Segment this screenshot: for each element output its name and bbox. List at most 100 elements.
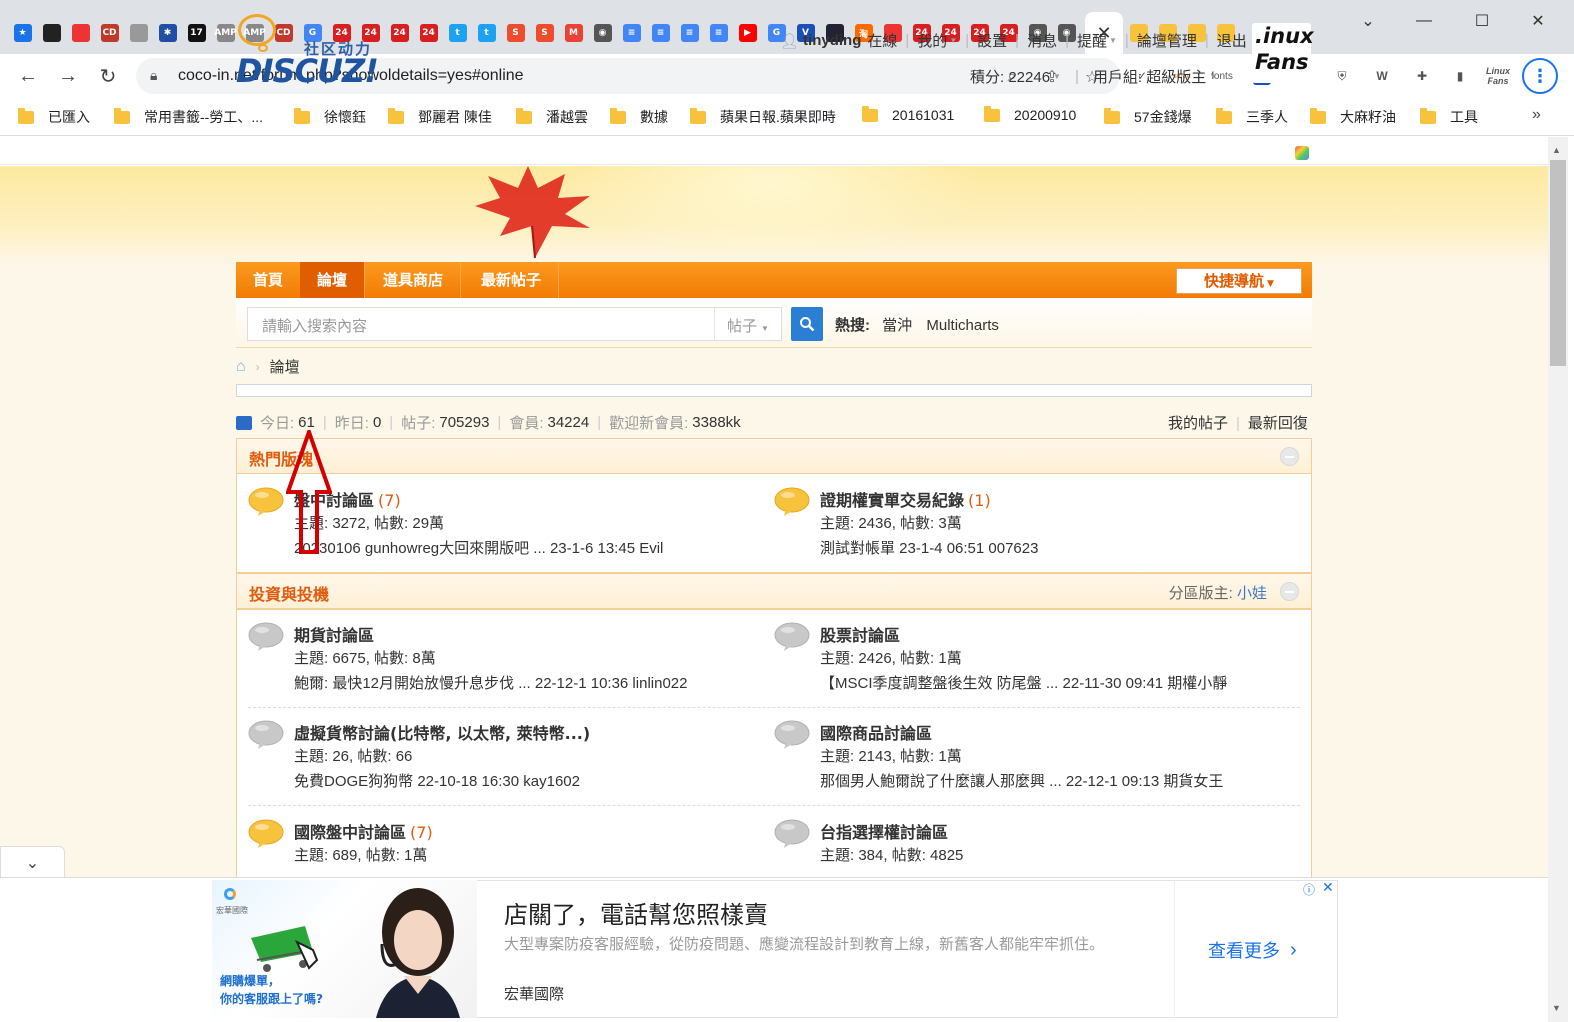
hot-term-link[interactable]: Multicharts bbox=[926, 317, 999, 334]
search-scope-select[interactable]: 帖子 ▼ bbox=[714, 307, 782, 341]
tab[interactable]: S bbox=[530, 18, 559, 48]
tab[interactable]: ≡ bbox=[675, 18, 704, 48]
forum-admin-link[interactable]: 論壇管理 bbox=[1137, 30, 1197, 51]
forum-last-post[interactable]: 20230106 gunhowreg大回來開版吧 ... 23-1-6 13:4… bbox=[294, 537, 663, 558]
tab[interactable]: S bbox=[501, 18, 530, 48]
puzzle-extension-icon[interactable]: ✚ bbox=[1408, 62, 1436, 90]
category-title[interactable]: 熱門版塊 bbox=[249, 446, 313, 470]
forum-item[interactable]: 台指選擇權討論區 主題: 384, 帖數: 4825 bbox=[774, 807, 1274, 887]
bookmark-item[interactable]: 蘋果日報.蘋果即時 bbox=[690, 107, 836, 127]
bookmark-item[interactable]: 常用書籤--勞工、... bbox=[114, 107, 263, 127]
bookmark-item[interactable]: 57金錢爆 bbox=[1104, 107, 1192, 127]
forum-item[interactable]: 期貨討論區 主題: 6675, 帖數: 8萬 鮑爾: 最快12月開始放慢升息步伐 .… bbox=[248, 610, 748, 692]
nav-home[interactable]: 首頁 bbox=[236, 262, 302, 298]
bookmark-item[interactable]: 潘越雲 bbox=[516, 107, 588, 127]
tab[interactable] bbox=[66, 18, 95, 48]
moderator-link[interactable]: 小娃 bbox=[1237, 585, 1267, 602]
tab[interactable]: ✱ bbox=[153, 18, 182, 48]
maximize-button[interactable]: ☐ bbox=[1462, 6, 1502, 36]
tab[interactable]: 24 bbox=[385, 18, 414, 48]
tab[interactable]: t bbox=[443, 18, 472, 48]
ad-headline[interactable]: 店關了，電話幫您照樣賣 bbox=[504, 895, 768, 930]
forum-item[interactable]: 虛擬貨幣討論(比特幣, 以太幣, 萊特幣...) 主題: 26, 帖數: 66 免費… bbox=[248, 708, 748, 791]
ad-info-icon[interactable]: ⓘ bbox=[1303, 881, 1315, 898]
side-panel-icon[interactable]: ▮ bbox=[1446, 62, 1474, 90]
scroll-down-icon[interactable]: ▼ bbox=[1552, 1003, 1561, 1013]
w-extension-icon[interactable]: W bbox=[1368, 62, 1396, 90]
color-picker-icon[interactable] bbox=[1295, 146, 1309, 160]
forum-name[interactable]: 台指選擇權討論區 bbox=[820, 819, 952, 843]
forum-name-text[interactable]: 股票討論區 bbox=[820, 626, 900, 645]
reminders-link[interactable]: 提醒 bbox=[1077, 30, 1107, 51]
tab[interactable] bbox=[37, 18, 66, 48]
tab-search-icon[interactable]: ⌄ bbox=[1348, 6, 1388, 36]
bookmark-item[interactable]: 工具 bbox=[1420, 107, 1478, 127]
forum-name-text[interactable]: 國際盤中討論區 bbox=[294, 823, 406, 842]
reload-icon[interactable]: ↻ bbox=[92, 60, 124, 92]
logo-wordmark[interactable]: DISCUZ! bbox=[236, 52, 379, 90]
nav-latest[interactable]: 最新帖子 bbox=[464, 262, 560, 298]
ad-body-text[interactable]: 大型專案防疫客服經驗，從防疫問題、應變流程設計到教育上線，新舊客人都能牢牢抓住。 bbox=[504, 934, 1144, 956]
forum-item[interactable]: 證期權實單交易紀錄 (1) 主題: 2436, 帖數: 3萬 測試對帳單 23-1-4… bbox=[774, 475, 1274, 557]
forum-name-text[interactable]: 國際商品討論區 bbox=[820, 724, 932, 743]
forum-name[interactable]: 期貨討論區 bbox=[294, 622, 378, 646]
forum-name-text[interactable]: 台指選擇權討論區 bbox=[820, 823, 948, 842]
back-icon[interactable]: ← bbox=[12, 60, 44, 92]
bookmark-item[interactable]: 鄧麗君 陳佳 bbox=[388, 107, 492, 127]
home-icon[interactable]: ⌂ bbox=[236, 358, 246, 376]
forum-name[interactable]: 證期權實單交易紀錄 (1) bbox=[820, 487, 991, 511]
my-posts-link[interactable]: 我的帖子 bbox=[1168, 415, 1228, 432]
tab[interactable]: M bbox=[559, 18, 588, 48]
breadcrumb-current[interactable]: 論壇 bbox=[270, 356, 300, 377]
tab[interactable]: 24 bbox=[414, 18, 443, 48]
bookmark-item[interactable]: 三季人 bbox=[1216, 107, 1288, 127]
forum-name[interactable]: 盤中討論區 (7) bbox=[294, 487, 401, 511]
bookmark-item[interactable]: 已匯入 bbox=[18, 107, 90, 127]
logout-link[interactable]: 退出 bbox=[1217, 30, 1247, 51]
scrollbar-thumb[interactable] bbox=[1550, 160, 1566, 366]
forum-last-post[interactable]: 【MSCI季度調整盤後生效 防尾盤 ... 22-11-30 09:41 期權小… bbox=[820, 672, 1227, 693]
quick-nav-button[interactable]: 快捷導航 ▼ bbox=[1176, 268, 1302, 294]
nav-forum[interactable]: 論壇 bbox=[300, 262, 366, 298]
tab[interactable] bbox=[124, 18, 153, 48]
hot-term-link[interactable]: 當沖 bbox=[882, 317, 912, 334]
bookmark-item[interactable]: 大麻籽油 bbox=[1310, 107, 1396, 127]
forum-item[interactable]: 盤中討論區 (7) 主題: 3272, 帖數: 29萬 20230106 gunhow… bbox=[248, 475, 748, 558]
username-link[interactable]: tinyding bbox=[803, 32, 861, 49]
my-menu-link[interactable]: 我的 bbox=[917, 30, 947, 51]
tab[interactable]: ▶ bbox=[733, 18, 762, 48]
close-window-button[interactable]: ✕ bbox=[1518, 6, 1558, 36]
bookmark-item[interactable]: 數據 bbox=[610, 107, 668, 127]
tab[interactable]: t bbox=[472, 18, 501, 48]
forum-name[interactable]: 國際商品討論區 bbox=[820, 720, 936, 744]
ad-collapse-button[interactable]: ⌄ bbox=[0, 846, 65, 878]
tab[interactable]: 17 bbox=[182, 18, 211, 48]
forum-item[interactable]: 國際盤中討論區 (7) 主題: 689, 帖數: 1萬 bbox=[248, 807, 748, 887]
nav-shop[interactable]: 道具商店 bbox=[366, 262, 462, 298]
search-input[interactable]: 請輸入搜索內容 bbox=[247, 307, 715, 341]
tab[interactable]: ≡ bbox=[646, 18, 675, 48]
forum-name-text[interactable]: 盤中討論區 bbox=[294, 491, 374, 510]
scroll-up-icon[interactable]: ▲ bbox=[1552, 145, 1561, 155]
forum-name-text[interactable]: 虛擬貨幣討論(比特幣, 以太幣, 萊特幣...) bbox=[294, 724, 590, 743]
shield-extension-icon[interactable]: ⛨ bbox=[1328, 62, 1356, 90]
forum-last-post[interactable]: 免費DOGE狗狗幣 22-10-18 16:30 kay1602 bbox=[294, 770, 580, 791]
newest-member-link[interactable]: 3388kk bbox=[692, 414, 740, 431]
usergroup-link[interactable]: 用戶組: 超級版主 bbox=[1093, 66, 1206, 87]
lock-icon[interactable]: 🔒︎ bbox=[150, 67, 157, 84]
browser-menu-icon[interactable]: ⋮ bbox=[1522, 58, 1558, 94]
points-link[interactable]: 積分: 22246 bbox=[970, 66, 1050, 87]
latest-replies-link[interactable]: 最新回復 bbox=[1248, 415, 1308, 432]
forum-item[interactable]: 股票討論區 主題: 2426, 帖數: 1萬 【MSCI季度調整盤後生效 防尾盤 .… bbox=[774, 610, 1274, 693]
forum-item[interactable]: 國際商品討論區 主題: 2143, 帖數: 1萬 那個男人鮑爾說了什麼讓人那麼興 .… bbox=[774, 708, 1274, 790]
tab[interactable]: ★ bbox=[8, 18, 37, 48]
search-button[interactable] bbox=[791, 307, 823, 341]
bookmark-item[interactable]: 20200910 bbox=[984, 105, 1076, 123]
bookmark-item[interactable]: 徐懷鈺 bbox=[294, 107, 366, 127]
forum-name[interactable]: 虛擬貨幣討論(比特幣, 以太幣, 萊特幣...) bbox=[294, 720, 594, 744]
forward-icon[interactable]: → bbox=[52, 60, 84, 92]
tab[interactable]: ≡ bbox=[704, 18, 733, 48]
bookmark-item[interactable]: 20161031 bbox=[862, 105, 954, 123]
bookmarks-overflow-icon[interactable]: » bbox=[1532, 106, 1541, 124]
collapse-icon[interactable] bbox=[1280, 447, 1299, 466]
